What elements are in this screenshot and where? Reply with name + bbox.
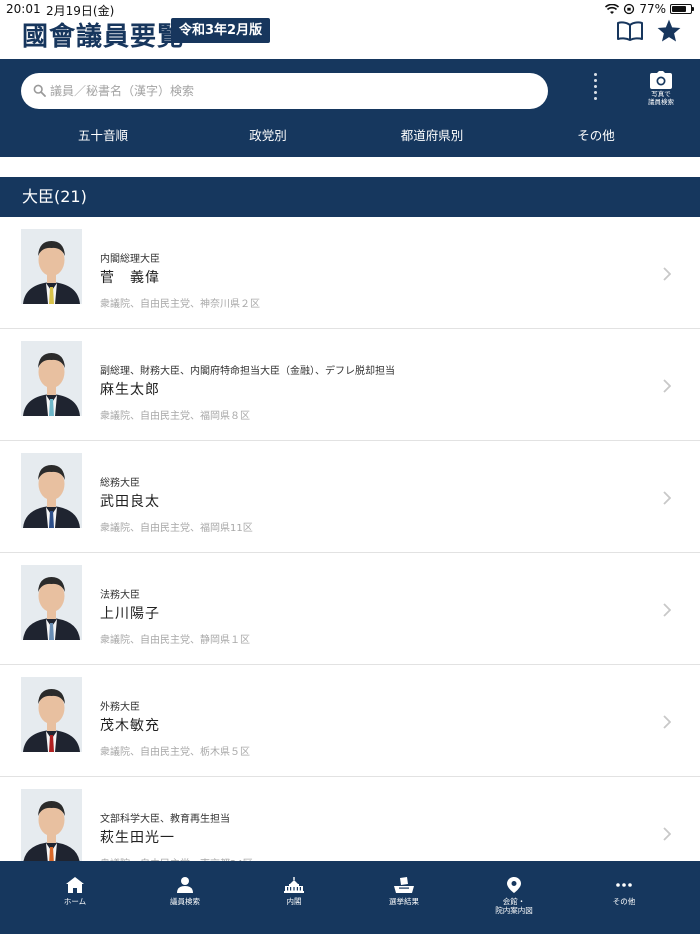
camera-icon [650,71,672,89]
nav-election-results[interactable]: 選挙結果 [364,877,444,906]
more-horizontal-icon [616,883,632,887]
person-icon [177,877,193,893]
book-open-icon[interactable] [616,20,644,42]
tab-prefecture[interactable]: 都道府県別 [401,125,464,144]
member-name: 麻生太郎 [100,382,160,398]
member-detail: 衆議院、自由民主党、静岡県１区 [100,635,250,646]
search-panel: 写真で 議員検索 五十音順 政党別 都道府県別 その他 [0,59,700,157]
member-role: 内閣総理大臣 [100,254,160,265]
member-detail: 衆議院、自由民主党、福岡県11区 [100,523,253,534]
chevron-right-icon [663,379,671,393]
member-row[interactable]: 外務大臣茂木敏充衆議院、自由民主党、栃木県５区 [0,665,700,777]
member-photo [21,789,82,861]
chevron-right-icon [663,267,671,281]
member-detail: 衆議院、自由民主党、福岡県８区 [100,411,250,422]
member-detail: 衆議院、自由民主党、栃木県５区 [100,747,250,758]
member-role: 副総理、財務大臣、内閣府特命担当大臣（金融）、デフレ脱却担当 [100,366,395,377]
member-role: 文部科学大臣、教育再生担当 [100,814,230,825]
member-row[interactable]: 法務大臣上川陽子衆議院、自由民主党、静岡県１区 [0,553,700,665]
chevron-right-icon [663,491,671,505]
member-name: 上川陽子 [100,606,160,622]
member-photo [21,677,82,752]
search-input[interactable] [50,73,530,109]
nav-member-search[interactable]: 議員検索 [145,877,225,906]
member-photo [21,565,82,640]
member-list: 内閣総理大臣菅 義偉衆議院、自由民主党、神奈川県２区副総理、財務大臣、内閣府特命… [0,217,700,861]
member-photo [21,453,82,528]
app-title: 國會議員要覧 [22,22,185,52]
nav-hall-map[interactable]: 会館・ 院内案内図 [474,877,554,915]
member-role: 総務大臣 [100,478,140,489]
tab-other[interactable]: その他 [577,125,615,144]
ballot-box-icon [394,877,414,893]
member-photo [21,229,82,304]
member-role: 法務大臣 [100,590,140,601]
star-icon[interactable] [656,18,682,44]
chevron-right-icon [663,715,671,729]
nav-election-results-label: 選挙結果 [389,897,419,906]
member-name: 菅 義偉 [100,270,160,286]
edition-badge: 令和3年2月版 [171,18,271,43]
nav-member-search-label: 議員検索 [170,897,200,906]
photo-search-label: 写真で 議員検索 [648,90,674,106]
search-icon [33,84,46,97]
nav-hall-map-label: 会館・ 院内案内図 [495,897,533,915]
home-icon [66,877,84,893]
member-name: 茂木敏充 [100,718,160,734]
nav-home[interactable]: ホーム [35,877,115,906]
nav-home-label: ホーム [63,897,87,906]
bottom-tab-bar: ホーム 議員検索 内閣 選挙結果 会館・ 院内案内図 その他 [0,861,700,934]
member-role: 外務大臣 [100,702,140,713]
search-box[interactable] [21,73,548,109]
tab-party[interactable]: 政党別 [249,125,287,144]
member-photo [21,341,82,416]
battery-icon [670,4,694,14]
tab-gojuon[interactable]: 五十音順 [78,125,128,144]
section-header-ministers: 大臣(21) [0,177,700,217]
member-name: 萩生田光一 [100,830,175,846]
member-name: 武田良太 [100,494,160,510]
diet-building-icon [284,877,304,893]
nav-other-label: その他 [612,897,636,906]
nav-cabinet[interactable]: 内閣 [254,877,334,906]
chevron-right-icon [663,603,671,617]
more-vertical-icon[interactable] [590,73,600,109]
member-row[interactable]: 文部科学大臣、教育再生担当萩生田光一衆議院、自由民主党、東京都24区 [0,777,700,861]
app-header: 國會議員要覧 令和3年2月版 [0,14,700,58]
chevron-right-icon [663,827,671,841]
nav-other[interactable]: その他 [584,877,664,906]
member-row[interactable]: 内閣総理大臣菅 義偉衆議院、自由民主党、神奈川県２区 [0,217,700,329]
app-screen: 20:01 2月19日(金) 77% 國會議員要覧 令和3年2月版 議員／秘書名… [0,0,700,934]
filter-tabs: 五十音順 政党別 都道府県別 その他 [0,119,700,147]
map-pin-icon [507,877,521,893]
member-row[interactable]: 総務大臣武田良太衆議院、自由民主党、福岡県11区 [0,441,700,553]
member-detail: 衆議院、自由民主党、神奈川県２区 [100,299,260,310]
battery-fill [672,6,686,12]
wifi-icon [605,3,620,14]
member-row[interactable]: 副総理、財務大臣、内閣府特命担当大臣（金融）、デフレ脱却担当麻生太郎衆議院、自由… [0,329,700,441]
photo-search-button[interactable]: 写真で 議員検索 [640,71,682,113]
nav-cabinet-label: 内閣 [286,897,302,906]
